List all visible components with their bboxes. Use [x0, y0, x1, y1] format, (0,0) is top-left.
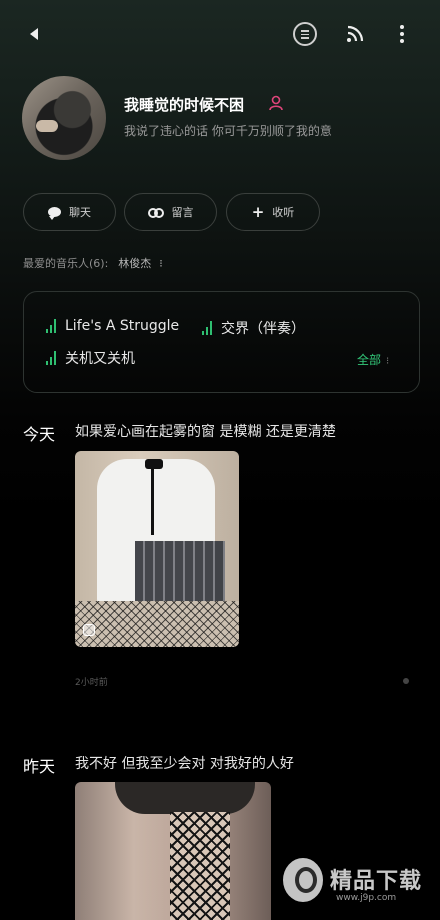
top-bar: [0, 0, 440, 70]
post-day-label: 昨天: [23, 757, 56, 776]
song-title: 交界（伴奏）: [221, 321, 305, 337]
more-dots-icon[interactable]: ⁝: [159, 257, 163, 270]
post-text: 如果爱心画在起雾的窗 是模糊 还是更清楚: [75, 424, 336, 440]
gender-person-icon: [268, 95, 284, 111]
back-arrow-icon[interactable]: [20, 22, 48, 46]
chat-button[interactable]: 聊天: [23, 193, 116, 231]
message-button[interactable]: 留言: [124, 193, 217, 231]
post-day-label: 今天: [23, 425, 56, 444]
checkbox-icon: [83, 624, 95, 636]
song-list-card: Life's A Struggle 交界（伴奏） 关机又关机 全部 ⁝: [23, 291, 420, 393]
all-songs-link[interactable]: 全部 ⁝: [357, 351, 389, 368]
favorite-artists[interactable]: 最爱的音乐人(6): 林俊杰 ⁝: [23, 255, 163, 271]
watermark-url: www.j9p.com: [336, 893, 397, 903]
follow-label: 收听: [272, 206, 295, 219]
favorite-artist[interactable]: 林俊杰: [118, 257, 151, 270]
chat-bubble-icon: [48, 207, 61, 220]
song-item[interactable]: 交界（伴奏）: [202, 318, 305, 338]
follow-button[interactable]: + 收听: [226, 193, 320, 231]
post-time: 2小时前: [75, 678, 108, 688]
post-photo[interactable]: [75, 451, 239, 647]
song-item[interactable]: Life's A Struggle: [46, 318, 179, 334]
music-bars-icon: [202, 321, 214, 335]
favorite-label: 最爱的音乐人(6):: [23, 257, 109, 270]
plus-icon: +: [251, 202, 265, 221]
song-title: Life's A Struggle: [65, 318, 180, 334]
bio-text: 我说了违心的话 你可千万别顺了我的意: [124, 124, 332, 138]
broadcast-icon[interactable]: [343, 22, 367, 46]
message-label: 留言: [171, 206, 194, 219]
watermark: 精品下载 www.j9p.com: [280, 855, 440, 920]
profile-page: 我睡觉的时候不困 我说了违心的话 你可千万别顺了我的意 聊天 留言 + 收听 最…: [0, 0, 440, 920]
post-menu-dot-icon[interactable]: [403, 678, 409, 684]
song-title: 关机又关机: [65, 351, 135, 367]
music-bars-icon: [46, 319, 58, 333]
post-text: 我不好 但我至少会对 对我好的人好: [75, 756, 294, 772]
avatar[interactable]: [22, 76, 106, 160]
username: 我睡觉的时候不困: [124, 96, 245, 114]
watermark-logo-icon: [283, 858, 323, 902]
music-bars-icon: [46, 351, 58, 365]
more-dots-icon: ⁝: [386, 356, 390, 367]
all-songs-label: 全部: [357, 353, 382, 367]
voicemail-icon: [147, 208, 164, 218]
chat-label: 聊天: [69, 206, 91, 219]
song-item[interactable]: 关机又关机: [46, 348, 135, 368]
watermark-brand: 精品下载: [330, 869, 423, 894]
post-photo[interactable]: [75, 782, 271, 920]
list-circle-icon[interactable]: [293, 22, 317, 46]
more-vertical-icon[interactable]: [392, 22, 412, 46]
